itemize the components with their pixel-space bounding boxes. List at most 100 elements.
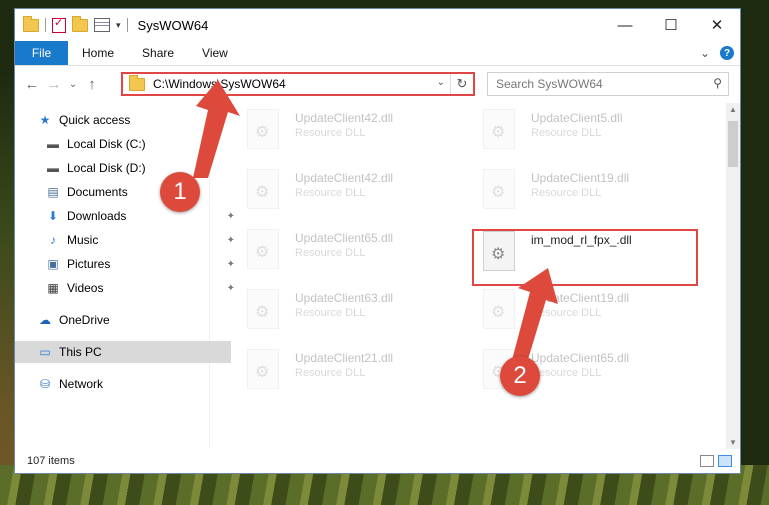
quick-access-toolbar: ▾	[23, 15, 128, 33]
file-name: UpdateClient63.dll	[295, 291, 394, 305]
sidebar-item-local-disk-c[interactable]: ▬ Local Disk (C:)	[15, 133, 239, 155]
status-bar: 107 items	[15, 449, 740, 473]
file-name: UpdateClient5.dll	[531, 111, 623, 125]
properties-check-icon[interactable]	[52, 16, 66, 33]
dll-file-icon	[483, 169, 515, 209]
file-item[interactable]: UpdateClient63.dll Resource DLL	[237, 285, 437, 333]
details-view-icon[interactable]	[700, 455, 714, 467]
sidebar-item-downloads[interactable]: ⬇ Downloads ✦	[15, 205, 239, 227]
file-item[interactable]: UpdateClient19.dll Resource DLL	[473, 165, 673, 213]
recent-locations-button[interactable]: ⌄	[65, 79, 81, 90]
sidebar-item-network[interactable]: ⛁ Network	[15, 373, 231, 395]
file-item[interactable]: UpdateClient65.dll Resource DLL	[237, 225, 437, 273]
tab-file[interactable]: File	[15, 41, 68, 65]
file-name: UpdateClient19.dll	[531, 171, 630, 185]
search-box[interactable]: Search SysWOW64 ⚲	[487, 72, 729, 96]
music-icon: ♪	[50, 233, 56, 247]
refresh-icon[interactable]: ↻	[450, 74, 473, 94]
sidebar-item-label: Local Disk (C:)	[67, 137, 146, 151]
drive-icon: ▬	[47, 137, 59, 151]
sidebar-item-label: Downloads	[67, 209, 127, 223]
new-folder-icon[interactable]	[72, 15, 88, 32]
navigation-pane: ★ Quick access ▬ Local Disk (C:) ▬ Local…	[15, 105, 235, 449]
file-item[interactable]: UpdateClient5.dll Resource DLL	[473, 105, 673, 153]
sidebar-item-music[interactable]: ♪ Music ✦	[15, 229, 239, 251]
computer-icon: ▭	[39, 345, 51, 359]
file-type: Resource DLL	[531, 307, 602, 319]
explorer-window: ▾ SysWOW64 — ☐ ✕ File Home Share View ⌄ …	[14, 8, 741, 474]
divider	[45, 18, 46, 32]
customize-toolbar-icon[interactable]: ▾	[116, 20, 121, 31]
folder-icon	[129, 74, 145, 91]
step-2-badge: 2	[500, 356, 540, 396]
scroll-thumb[interactable]	[728, 121, 738, 167]
dll-file-icon	[247, 289, 279, 329]
properties-icon[interactable]	[94, 18, 110, 32]
sidebar-item-label: This PC	[59, 345, 102, 359]
close-button[interactable]: ✕	[694, 9, 740, 41]
file-name: UpdateClient42.dll	[295, 171, 394, 185]
dll-file-icon	[247, 229, 279, 269]
file-item[interactable]: UpdateClient21.dll Resource DLL	[237, 345, 437, 393]
view-switcher	[700, 455, 732, 467]
tab-view[interactable]: View	[188, 46, 242, 60]
dll-file-icon	[483, 109, 515, 149]
expand-ribbon-icon[interactable]: ⌄	[700, 46, 710, 60]
file-type: Resource DLL	[295, 367, 366, 379]
forward-button[interactable]: →	[43, 76, 65, 93]
search-input[interactable]: Search SysWOW64	[496, 77, 603, 91]
up-button[interactable]: ↑	[81, 76, 103, 93]
file-type: Resource DLL	[295, 127, 366, 139]
sidebar-item-this-pc[interactable]: ▭ This PC	[15, 341, 231, 363]
dll-file-icon	[247, 349, 279, 389]
tiles-view-icon[interactable]	[718, 455, 732, 467]
tab-share[interactable]: Share	[128, 46, 188, 60]
sidebar-item-videos[interactable]: ▦ Videos ✦	[15, 277, 239, 299]
search-icon: ⚲	[713, 76, 722, 90]
sidebar-item-label: Quick access	[59, 113, 131, 127]
vertical-scrollbar[interactable]: ▲ ▼	[726, 103, 740, 449]
star-icon: ★	[39, 113, 51, 127]
help-icon[interactable]: ?	[720, 46, 734, 60]
file-type: Resource DLL	[295, 187, 366, 199]
file-name: UpdateClient21.dll	[295, 351, 394, 365]
file-name: UpdateClient19.dll	[531, 291, 630, 305]
sidebar-item-label: OneDrive	[59, 313, 110, 327]
address-bar[interactable]: C:\Windows\SysWOW64 ⌄ ↻	[121, 72, 475, 96]
sidebar-item-onedrive[interactable]: ☁ OneDrive	[15, 309, 231, 331]
file-type: Resource DLL	[531, 187, 602, 199]
file-type: Resource DLL	[531, 127, 602, 139]
dll-file-icon	[247, 169, 279, 209]
sidebar-item-label: Local Disk (D:)	[67, 161, 146, 175]
file-item[interactable]: UpdateClient19.dll Resource DLL	[473, 285, 673, 333]
maximize-button[interactable]: ☐	[648, 9, 694, 41]
sidebar-item-pictures[interactable]: ▣ Pictures ✦	[15, 253, 239, 275]
sidebar-item-documents[interactable]: ▤ Documents	[15, 181, 239, 203]
sidebar-item-quick-access[interactable]: ★ Quick access	[15, 109, 231, 131]
sidebar-item-label: Pictures	[67, 257, 111, 271]
documents-icon: ▤	[47, 185, 59, 199]
drive-icon: ▬	[47, 161, 59, 175]
pictures-icon: ▣	[47, 257, 59, 271]
window-title: SysWOW64	[137, 17, 209, 33]
file-type: Resource DLL	[295, 247, 366, 259]
folder-icon	[23, 15, 39, 32]
minimize-button[interactable]: —	[602, 9, 648, 41]
address-dropdown-icon[interactable]: ⌄	[437, 77, 445, 88]
file-item[interactable]: UpdateClient42.dll Resource DLL	[237, 165, 437, 213]
sidebar-item-label: Music	[67, 233, 99, 247]
file-item[interactable]: UpdateClient42.dll Resource DLL	[237, 105, 437, 153]
videos-icon: ▦	[47, 281, 59, 295]
sidebar-item-local-disk-d[interactable]: ▬ Local Disk (D:)	[15, 157, 239, 179]
address-path[interactable]: C:\Windows\SysWOW64	[153, 77, 286, 91]
item-count: 107 items	[27, 455, 75, 467]
scroll-up-icon[interactable]: ▲	[726, 105, 740, 114]
tab-home[interactable]: Home	[68, 46, 128, 60]
file-name: UpdateClient65.dll	[295, 231, 394, 245]
back-button[interactable]: ←	[21, 76, 43, 93]
scroll-down-icon[interactable]: ▼	[726, 438, 740, 447]
sidebar-item-label: Videos	[67, 281, 104, 295]
navigation-bar: ← → ⌄ ↑ C:\Windows\SysWOW64 ⌄ ↻ Search S…	[15, 66, 740, 102]
download-icon: ⬇	[47, 209, 59, 223]
file-type: Resource DLL	[531, 367, 602, 379]
